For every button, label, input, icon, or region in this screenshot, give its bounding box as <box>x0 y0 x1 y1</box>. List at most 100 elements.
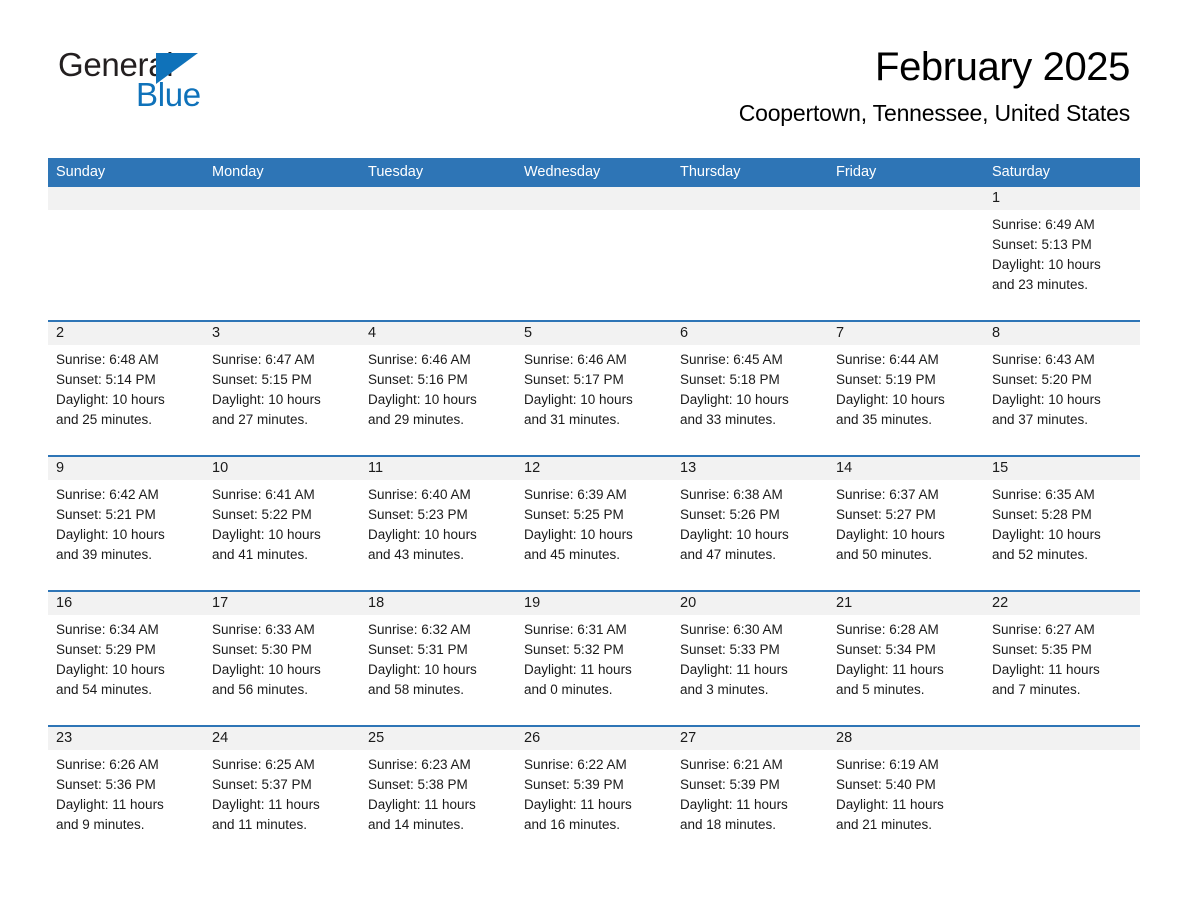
day-number: 13 <box>672 457 828 480</box>
daylight-line1: Daylight: 10 hours <box>56 527 165 542</box>
day-details: Sunrise: 6:32 AM Sunset: 5:31 PM Dayligh… <box>360 615 516 700</box>
sunset-text: Sunset: 5:28 PM <box>992 507 1092 522</box>
daylight-line2: and 0 minutes. <box>524 682 613 697</box>
daylight-line1: Daylight: 10 hours <box>836 392 945 407</box>
day-cell[interactable]: 23 Sunrise: 6:26 AM Sunset: 5:36 PM Dayl… <box>48 727 204 860</box>
sunrise-text: Sunrise: 6:35 AM <box>992 487 1095 502</box>
day-details: Sunrise: 6:41 AM Sunset: 5:22 PM Dayligh… <box>204 480 360 565</box>
day-cell[interactable]: 21 Sunrise: 6:28 AM Sunset: 5:34 PM Dayl… <box>828 592 984 725</box>
daylight-line1: Daylight: 10 hours <box>680 527 789 542</box>
day-cell[interactable]: 13 Sunrise: 6:38 AM Sunset: 5:26 PM Dayl… <box>672 457 828 590</box>
sunrise-text: Sunrise: 6:31 AM <box>524 622 627 637</box>
sunset-text: Sunset: 5:31 PM <box>368 642 468 657</box>
day-cell[interactable]: 19 Sunrise: 6:31 AM Sunset: 5:32 PM Dayl… <box>516 592 672 725</box>
day-cell[interactable]: 11 Sunrise: 6:40 AM Sunset: 5:23 PM Dayl… <box>360 457 516 590</box>
daylight-line1: Daylight: 10 hours <box>56 662 165 677</box>
daylight-line1: Daylight: 11 hours <box>836 662 944 677</box>
sunset-text: Sunset: 5:40 PM <box>836 777 936 792</box>
day-cell[interactable]: 28 Sunrise: 6:19 AM Sunset: 5:40 PM Dayl… <box>828 727 984 860</box>
day-cell <box>48 187 204 320</box>
sunset-text: Sunset: 5:15 PM <box>212 372 312 387</box>
sunset-text: Sunset: 5:38 PM <box>368 777 468 792</box>
day-number: 23 <box>48 727 204 750</box>
day-details: Sunrise: 6:19 AM Sunset: 5:40 PM Dayligh… <box>828 750 984 835</box>
daylight-line2: and 39 minutes. <box>56 547 153 562</box>
day-cell[interactable]: 22 Sunrise: 6:27 AM Sunset: 5:35 PM Dayl… <box>984 592 1140 725</box>
day-number <box>984 727 1140 750</box>
day-cell[interactable]: 2 Sunrise: 6:48 AM Sunset: 5:14 PM Dayli… <box>48 322 204 455</box>
day-cell[interactable]: 14 Sunrise: 6:37 AM Sunset: 5:27 PM Dayl… <box>828 457 984 590</box>
day-cell <box>360 187 516 320</box>
day-number: 2 <box>48 322 204 345</box>
daylight-line1: Daylight: 11 hours <box>212 797 320 812</box>
day-cell[interactable]: 8 Sunrise: 6:43 AM Sunset: 5:20 PM Dayli… <box>984 322 1140 455</box>
day-cell[interactable]: 27 Sunrise: 6:21 AM Sunset: 5:39 PM Dayl… <box>672 727 828 860</box>
day-cell[interactable]: 9 Sunrise: 6:42 AM Sunset: 5:21 PM Dayli… <box>48 457 204 590</box>
day-cell[interactable]: 7 Sunrise: 6:44 AM Sunset: 5:19 PM Dayli… <box>828 322 984 455</box>
daylight-line1: Daylight: 11 hours <box>992 662 1100 677</box>
sunrise-text: Sunrise: 6:33 AM <box>212 622 315 637</box>
daylight-line1: Daylight: 10 hours <box>524 392 633 407</box>
sunrise-text: Sunrise: 6:22 AM <box>524 757 627 772</box>
day-cell[interactable]: 3 Sunrise: 6:47 AM Sunset: 5:15 PM Dayli… <box>204 322 360 455</box>
page-title: February 2025 <box>875 45 1130 89</box>
sunset-text: Sunset: 5:30 PM <box>212 642 312 657</box>
day-number: 27 <box>672 727 828 750</box>
day-cell[interactable]: 25 Sunrise: 6:23 AM Sunset: 5:38 PM Dayl… <box>360 727 516 860</box>
day-cell[interactable]: 17 Sunrise: 6:33 AM Sunset: 5:30 PM Dayl… <box>204 592 360 725</box>
day-cell[interactable]: 1 Sunrise: 6:49 AM Sunset: 5:13 PM Dayli… <box>984 187 1140 320</box>
daylight-line2: and 35 minutes. <box>836 412 933 427</box>
day-details: Sunrise: 6:46 AM Sunset: 5:16 PM Dayligh… <box>360 345 516 430</box>
day-number <box>672 187 828 210</box>
day-cell[interactable]: 5 Sunrise: 6:46 AM Sunset: 5:17 PM Dayli… <box>516 322 672 455</box>
calendar-week-row: 16 Sunrise: 6:34 AM Sunset: 5:29 PM Dayl… <box>48 590 1140 725</box>
day-cell[interactable]: 24 Sunrise: 6:25 AM Sunset: 5:37 PM Dayl… <box>204 727 360 860</box>
day-cell[interactable]: 20 Sunrise: 6:30 AM Sunset: 5:33 PM Dayl… <box>672 592 828 725</box>
sunrise-text: Sunrise: 6:37 AM <box>836 487 939 502</box>
sunset-text: Sunset: 5:25 PM <box>524 507 624 522</box>
daylight-line1: Daylight: 11 hours <box>524 662 632 677</box>
daylight-line1: Daylight: 11 hours <box>368 797 476 812</box>
daylight-line2: and 27 minutes. <box>212 412 309 427</box>
sunset-text: Sunset: 5:22 PM <box>212 507 312 522</box>
day-details: Sunrise: 6:40 AM Sunset: 5:23 PM Dayligh… <box>360 480 516 565</box>
day-details: Sunrise: 6:42 AM Sunset: 5:21 PM Dayligh… <box>48 480 204 565</box>
sunrise-text: Sunrise: 6:32 AM <box>368 622 471 637</box>
sunrise-text: Sunrise: 6:19 AM <box>836 757 939 772</box>
day-details: Sunrise: 6:31 AM Sunset: 5:32 PM Dayligh… <box>516 615 672 700</box>
sunrise-text: Sunrise: 6:23 AM <box>368 757 471 772</box>
day-cell[interactable]: 18 Sunrise: 6:32 AM Sunset: 5:31 PM Dayl… <box>360 592 516 725</box>
sunset-text: Sunset: 5:37 PM <box>212 777 312 792</box>
daylight-line2: and 23 minutes. <box>992 277 1089 292</box>
day-details: Sunrise: 6:33 AM Sunset: 5:30 PM Dayligh… <box>204 615 360 700</box>
day-number: 11 <box>360 457 516 480</box>
day-number: 20 <box>672 592 828 615</box>
general-blue-logo[interactable]: General Blue <box>58 46 358 116</box>
daylight-line2: and 58 minutes. <box>368 682 465 697</box>
day-number: 12 <box>516 457 672 480</box>
daylight-line2: and 31 minutes. <box>524 412 621 427</box>
day-details: Sunrise: 6:26 AM Sunset: 5:36 PM Dayligh… <box>48 750 204 835</box>
day-number: 4 <box>360 322 516 345</box>
calendar-page: General Blue February 2025 Coopertown, T… <box>0 0 1188 918</box>
day-number: 16 <box>48 592 204 615</box>
daylight-line2: and 47 minutes. <box>680 547 777 562</box>
logo-text-blue: Blue <box>136 76 201 113</box>
day-details: Sunrise: 6:46 AM Sunset: 5:17 PM Dayligh… <box>516 345 672 430</box>
day-cell[interactable]: 16 Sunrise: 6:34 AM Sunset: 5:29 PM Dayl… <box>48 592 204 725</box>
daylight-line2: and 9 minutes. <box>56 817 145 832</box>
day-number: 26 <box>516 727 672 750</box>
daylight-line1: Daylight: 11 hours <box>680 662 788 677</box>
day-cell[interactable]: 12 Sunrise: 6:39 AM Sunset: 5:25 PM Dayl… <box>516 457 672 590</box>
day-cell[interactable]: 4 Sunrise: 6:46 AM Sunset: 5:16 PM Dayli… <box>360 322 516 455</box>
daylight-line1: Daylight: 10 hours <box>680 392 789 407</box>
daylight-line1: Daylight: 11 hours <box>836 797 944 812</box>
day-cell[interactable]: 15 Sunrise: 6:35 AM Sunset: 5:28 PM Dayl… <box>984 457 1140 590</box>
sunrise-text: Sunrise: 6:43 AM <box>992 352 1095 367</box>
day-number: 1 <box>984 187 1140 210</box>
day-details: Sunrise: 6:23 AM Sunset: 5:38 PM Dayligh… <box>360 750 516 835</box>
day-cell[interactable]: 10 Sunrise: 6:41 AM Sunset: 5:22 PM Dayl… <box>204 457 360 590</box>
sunrise-text: Sunrise: 6:25 AM <box>212 757 315 772</box>
day-cell[interactable]: 26 Sunrise: 6:22 AM Sunset: 5:39 PM Dayl… <box>516 727 672 860</box>
day-cell[interactable]: 6 Sunrise: 6:45 AM Sunset: 5:18 PM Dayli… <box>672 322 828 455</box>
